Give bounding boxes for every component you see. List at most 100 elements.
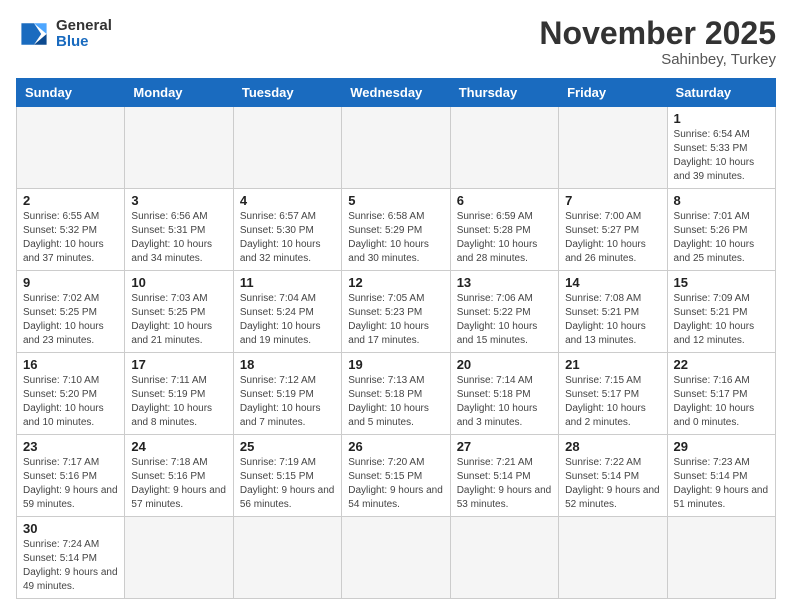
calendar-cell: 1 Sunrise: 6:54 AM Sunset: 5:33 PM Daylig… (667, 107, 775, 189)
day-info: Sunrise: 7:12 AM Sunset: 5:19 PM Dayligh… (240, 374, 335, 430)
day-info: Sunrise: 7:05 AM Sunset: 5:23 PM Dayligh… (348, 292, 443, 348)
calendar-cell: 20Sunrise: 7:14 AM Sunset: 5:18 PM Dayli… (450, 353, 558, 435)
calendar-cell: 13Sunrise: 7:06 AM Sunset: 5:22 PM Dayli… (450, 271, 558, 353)
day-number: 24 (131, 439, 226, 454)
day-info: Sunrise: 7:15 AM Sunset: 5:17 PM Dayligh… (565, 374, 660, 430)
calendar-cell (559, 107, 667, 189)
calendar-week-row: 9 Sunrise: 7:02 AM Sunset: 5:25 PM Daylig… (17, 271, 776, 353)
day-info: Sunrise: 7:23 AM Sunset: 5:14 PM Dayligh… (674, 456, 769, 512)
day-info: Sunrise: 7:19 AM Sunset: 5:15 PM Dayligh… (240, 456, 335, 512)
day-info: Sunrise: 7:17 AM Sunset: 5:16 PM Dayligh… (23, 456, 118, 512)
day-number: 3 (131, 193, 226, 208)
calendar-day-header-tuesday: Tuesday (233, 79, 341, 107)
calendar-cell: 16Sunrise: 7:10 AM Sunset: 5:20 PM Dayli… (17, 353, 125, 435)
calendar-cell: 6Sunrise: 6:59 AM Sunset: 5:28 PM Daylig… (450, 189, 558, 271)
calendar-cell: 11 Sunrise: 7:04 AM Sunset: 5:24 PM Dayli… (233, 271, 341, 353)
calendar-cell (559, 517, 667, 599)
day-number: 9 (23, 275, 118, 290)
calendar-cell: 7Sunrise: 7:00 AM Sunset: 5:27 PM Daylig… (559, 189, 667, 271)
calendar-cell (342, 107, 450, 189)
title-block: November 2025 Sahinbey, Turkey (539, 16, 776, 68)
calendar-week-row: 16Sunrise: 7:10 AM Sunset: 5:20 PM Dayli… (17, 353, 776, 435)
calendar-cell: 8Sunrise: 7:01 AM Sunset: 5:26 PM Daylig… (667, 189, 775, 271)
day-info: Sunrise: 7:01 AM Sunset: 5:26 PM Dayligh… (674, 210, 769, 266)
calendar-week-row: 30 Sunrise: 7:24 AM Sunset: 5:14 PM Dayli… (17, 517, 776, 599)
calendar-day-header-friday: Friday (559, 79, 667, 107)
calendar-cell: 5Sunrise: 6:58 AM Sunset: 5:29 PM Daylig… (342, 189, 450, 271)
day-info: Sunrise: 7:20 AM Sunset: 5:15 PM Dayligh… (348, 456, 443, 512)
day-info: Sunrise: 6:55 AM Sunset: 5:32 PM Dayligh… (23, 210, 118, 266)
day-number: 11 (240, 275, 335, 290)
day-number: 28 (565, 439, 660, 454)
day-number: 18 (240, 357, 335, 372)
logo-icon (16, 16, 52, 52)
day-info: Sunrise: 7:03 AM Sunset: 5:25 PM Dayligh… (131, 292, 226, 348)
day-number: 23 (23, 439, 118, 454)
day-info: Sunrise: 6:54 AM Sunset: 5:33 PM Dayligh… (674, 128, 769, 184)
day-info: Sunrise: 7:09 AM Sunset: 5:21 PM Dayligh… (674, 292, 769, 348)
calendar-cell (450, 517, 558, 599)
day-number: 6 (457, 193, 552, 208)
calendar-cell: 3Sunrise: 6:56 AM Sunset: 5:31 PM Daylig… (125, 189, 233, 271)
calendar-cell: 29 Sunrise: 7:23 AM Sunset: 5:14 PM Dayli… (667, 435, 775, 517)
day-info: Sunrise: 7:06 AM Sunset: 5:22 PM Dayligh… (457, 292, 552, 348)
day-info: Sunrise: 7:11 AM Sunset: 5:19 PM Dayligh… (131, 374, 226, 430)
calendar-cell: 24 Sunrise: 7:18 AM Sunset: 5:16 PM Dayli… (125, 435, 233, 517)
day-info: Sunrise: 7:22 AM Sunset: 5:14 PM Dayligh… (565, 456, 660, 512)
calendar-day-header-thursday: Thursday (450, 79, 558, 107)
calendar-cell: 18 Sunrise: 7:12 AM Sunset: 5:19 PM Dayli… (233, 353, 341, 435)
calendar-cell (17, 107, 125, 189)
day-number: 30 (23, 521, 118, 536)
calendar-day-header-monday: Monday (125, 79, 233, 107)
day-number: 2 (23, 193, 118, 208)
day-number: 5 (348, 193, 443, 208)
calendar-cell: 25 Sunrise: 7:19 AM Sunset: 5:15 PM Dayli… (233, 435, 341, 517)
calendar-week-row: 1 Sunrise: 6:54 AM Sunset: 5:33 PM Daylig… (17, 107, 776, 189)
calendar-week-row: 2 Sunrise: 6:55 AM Sunset: 5:32 PM Daylig… (17, 189, 776, 271)
calendar-cell: 27Sunrise: 7:21 AM Sunset: 5:14 PM Dayli… (450, 435, 558, 517)
day-info: Sunrise: 7:02 AM Sunset: 5:25 PM Dayligh… (23, 292, 118, 348)
calendar-cell: 21 Sunrise: 7:15 AM Sunset: 5:17 PM Dayli… (559, 353, 667, 435)
day-number: 29 (674, 439, 769, 454)
calendar-week-row: 23 Sunrise: 7:17 AM Sunset: 5:16 PM Dayli… (17, 435, 776, 517)
day-number: 15 (674, 275, 769, 290)
day-number: 1 (674, 111, 769, 126)
logo-text: General Blue (56, 18, 112, 51)
calendar-cell: 12 Sunrise: 7:05 AM Sunset: 5:23 PM Dayli… (342, 271, 450, 353)
page-header: General Blue November 2025 Sahinbey, Tur… (16, 16, 776, 68)
calendar-cell (450, 107, 558, 189)
calendar-table: SundayMondayTuesdayWednesdayThursdayFrid… (16, 78, 776, 599)
day-info: Sunrise: 7:08 AM Sunset: 5:21 PM Dayligh… (565, 292, 660, 348)
calendar-cell: 2 Sunrise: 6:55 AM Sunset: 5:32 PM Daylig… (17, 189, 125, 271)
calendar-cell (233, 107, 341, 189)
day-number: 21 (565, 357, 660, 372)
day-number: 12 (348, 275, 443, 290)
day-info: Sunrise: 7:21 AM Sunset: 5:14 PM Dayligh… (457, 456, 552, 512)
day-number: 19 (348, 357, 443, 372)
day-number: 10 (131, 275, 226, 290)
calendar-cell (342, 517, 450, 599)
calendar-cell: 23 Sunrise: 7:17 AM Sunset: 5:16 PM Dayli… (17, 435, 125, 517)
calendar-cell: 17Sunrise: 7:11 AM Sunset: 5:19 PM Dayli… (125, 353, 233, 435)
day-number: 4 (240, 193, 335, 208)
day-number: 14 (565, 275, 660, 290)
day-info: Sunrise: 7:18 AM Sunset: 5:16 PM Dayligh… (131, 456, 226, 512)
day-number: 25 (240, 439, 335, 454)
day-info: Sunrise: 6:57 AM Sunset: 5:30 PM Dayligh… (240, 210, 335, 266)
day-number: 16 (23, 357, 118, 372)
logo: General Blue (16, 16, 112, 52)
calendar-day-header-wednesday: Wednesday (342, 79, 450, 107)
day-info: Sunrise: 7:04 AM Sunset: 5:24 PM Dayligh… (240, 292, 335, 348)
calendar-cell: 9 Sunrise: 7:02 AM Sunset: 5:25 PM Daylig… (17, 271, 125, 353)
calendar-cell: 22Sunrise: 7:16 AM Sunset: 5:17 PM Dayli… (667, 353, 775, 435)
day-info: Sunrise: 7:00 AM Sunset: 5:27 PM Dayligh… (565, 210, 660, 266)
calendar-cell: 26Sunrise: 7:20 AM Sunset: 5:15 PM Dayli… (342, 435, 450, 517)
calendar-cell: 10 Sunrise: 7:03 AM Sunset: 5:25 PM Dayli… (125, 271, 233, 353)
month-title: November 2025 (539, 16, 776, 51)
calendar-cell: 28 Sunrise: 7:22 AM Sunset: 5:14 PM Dayli… (559, 435, 667, 517)
day-info: Sunrise: 7:24 AM Sunset: 5:14 PM Dayligh… (23, 538, 118, 594)
day-info: Sunrise: 7:16 AM Sunset: 5:17 PM Dayligh… (674, 374, 769, 430)
calendar-cell: 30 Sunrise: 7:24 AM Sunset: 5:14 PM Dayli… (17, 517, 125, 599)
day-info: Sunrise: 7:13 AM Sunset: 5:18 PM Dayligh… (348, 374, 443, 430)
calendar-cell: 14 Sunrise: 7:08 AM Sunset: 5:21 PM Dayli… (559, 271, 667, 353)
